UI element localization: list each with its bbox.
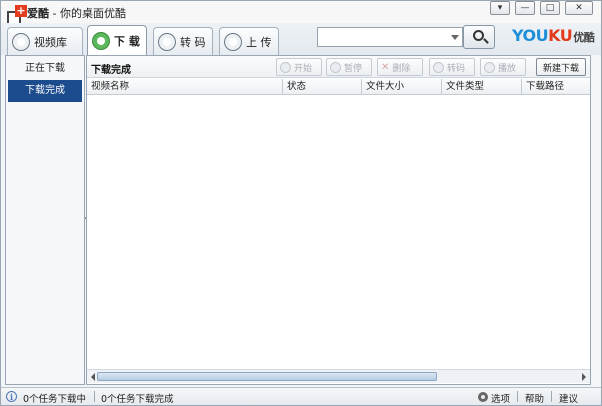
youku-logo: YOUKU优酷: [512, 26, 595, 45]
feedback-link[interactable]: 建议: [559, 391, 578, 405]
window-title: 爱酷 - 你的桌面优酷: [27, 5, 126, 21]
tab-label: 下 载: [114, 34, 140, 48]
play-icon: [484, 61, 495, 73]
column-header-video-name[interactable]: 视频名称: [87, 79, 283, 95]
search-field[interactable]: [317, 27, 463, 47]
menu-dropdown-button[interactable]: ▾: [490, 1, 510, 15]
transcode-button[interactable]: 转码: [429, 58, 475, 76]
tab-upload[interactable]: 上 传: [219, 27, 279, 55]
column-header-file-size[interactable]: 文件大小: [362, 79, 442, 95]
play-circle-icon: [280, 61, 291, 73]
column-header-status[interactable]: 状态: [283, 79, 362, 95]
tab-label: 转 码: [180, 35, 206, 49]
pause-button[interactable]: 暂停: [326, 58, 372, 76]
options-link[interactable]: 选项: [491, 391, 510, 405]
column-header-download-path[interactable]: 下载路径: [522, 79, 590, 95]
convert-icon: [158, 32, 176, 51]
download-toolbar: 下载完成 开始 暂停 ✕ 删除 转码 播放 新建下载: [87, 56, 590, 78]
search-button[interactable]: [463, 25, 495, 49]
convert-icon: [433, 61, 444, 73]
scroll-left-icon[interactable]: [91, 373, 95, 381]
help-link[interactable]: 帮助: [525, 391, 544, 405]
download-sidebar: 正在下载 下载完成: [5, 55, 85, 385]
start-button[interactable]: 开始: [276, 58, 322, 76]
status-bar: i 0个任务下载中 0个任务下载完成 选项 帮助 建议: [1, 387, 601, 405]
title-suffix: 你的桌面优酷: [59, 7, 126, 20]
sidebar-item-downloading[interactable]: 正在下载: [8, 58, 82, 80]
tab-download[interactable]: 下 载: [87, 25, 147, 55]
new-download-button[interactable]: 新建下载: [536, 58, 586, 76]
upload-icon: [224, 32, 242, 51]
search-input[interactable]: [318, 28, 446, 46]
tab-bar: 视频库 下 载 转 码 上 传: [1, 23, 601, 55]
pause-circle-icon: [330, 61, 341, 73]
status-downloading: 0个任务下载中: [23, 394, 87, 405]
delete-x-icon: ✕: [381, 61, 390, 73]
scroll-right-icon[interactable]: [582, 373, 586, 381]
options-gear-icon[interactable]: [478, 392, 488, 402]
status-completed: 0个任务下载完成: [101, 394, 174, 405]
download-list-panel: 下载完成 开始 暂停 ✕ 删除 转码 播放 新建下载 视频名称 状态 文件大小 …: [86, 55, 591, 385]
maximize-button[interactable]: □: [540, 1, 560, 15]
horizontal-scrollbar[interactable]: [87, 369, 590, 383]
title-bar: + 爱酷 - 你的桌面优酷 ▾ — □ ✕: [1, 1, 601, 25]
tab-transcode[interactable]: 转 码: [153, 27, 213, 55]
download-icon: [92, 31, 110, 50]
close-button[interactable]: ✕: [565, 1, 593, 15]
scrollbar-thumb[interactable]: [97, 372, 437, 381]
tab-label: 视频库: [34, 35, 67, 49]
minimize-button[interactable]: —: [515, 1, 535, 15]
column-header-file-type[interactable]: 文件类型: [442, 79, 522, 95]
download-list-body: [87, 96, 590, 368]
app-window: + 爱酷 - 你的桌面优酷 ▾ — □ ✕ 视频库 下 载 转 码 上 传 YO…: [0, 0, 602, 406]
tab-video-library[interactable]: 视频库: [7, 27, 83, 55]
delete-button[interactable]: ✕ 删除: [377, 58, 423, 76]
house-icon: [12, 32, 30, 51]
title-separator: -: [52, 7, 57, 20]
search-history-dropdown-icon[interactable]: [451, 35, 459, 40]
table-header: 视频名称 状态 文件大小 文件类型 下载路径: [87, 79, 590, 95]
play-button[interactable]: 播放: [480, 58, 526, 76]
app-name: 爱酷: [27, 7, 49, 20]
tab-label: 上 传: [246, 35, 272, 49]
section-title: 下载完成: [91, 65, 131, 76]
info-icon: i: [6, 391, 17, 402]
sidebar-item-completed[interactable]: 下载完成: [8, 80, 82, 102]
